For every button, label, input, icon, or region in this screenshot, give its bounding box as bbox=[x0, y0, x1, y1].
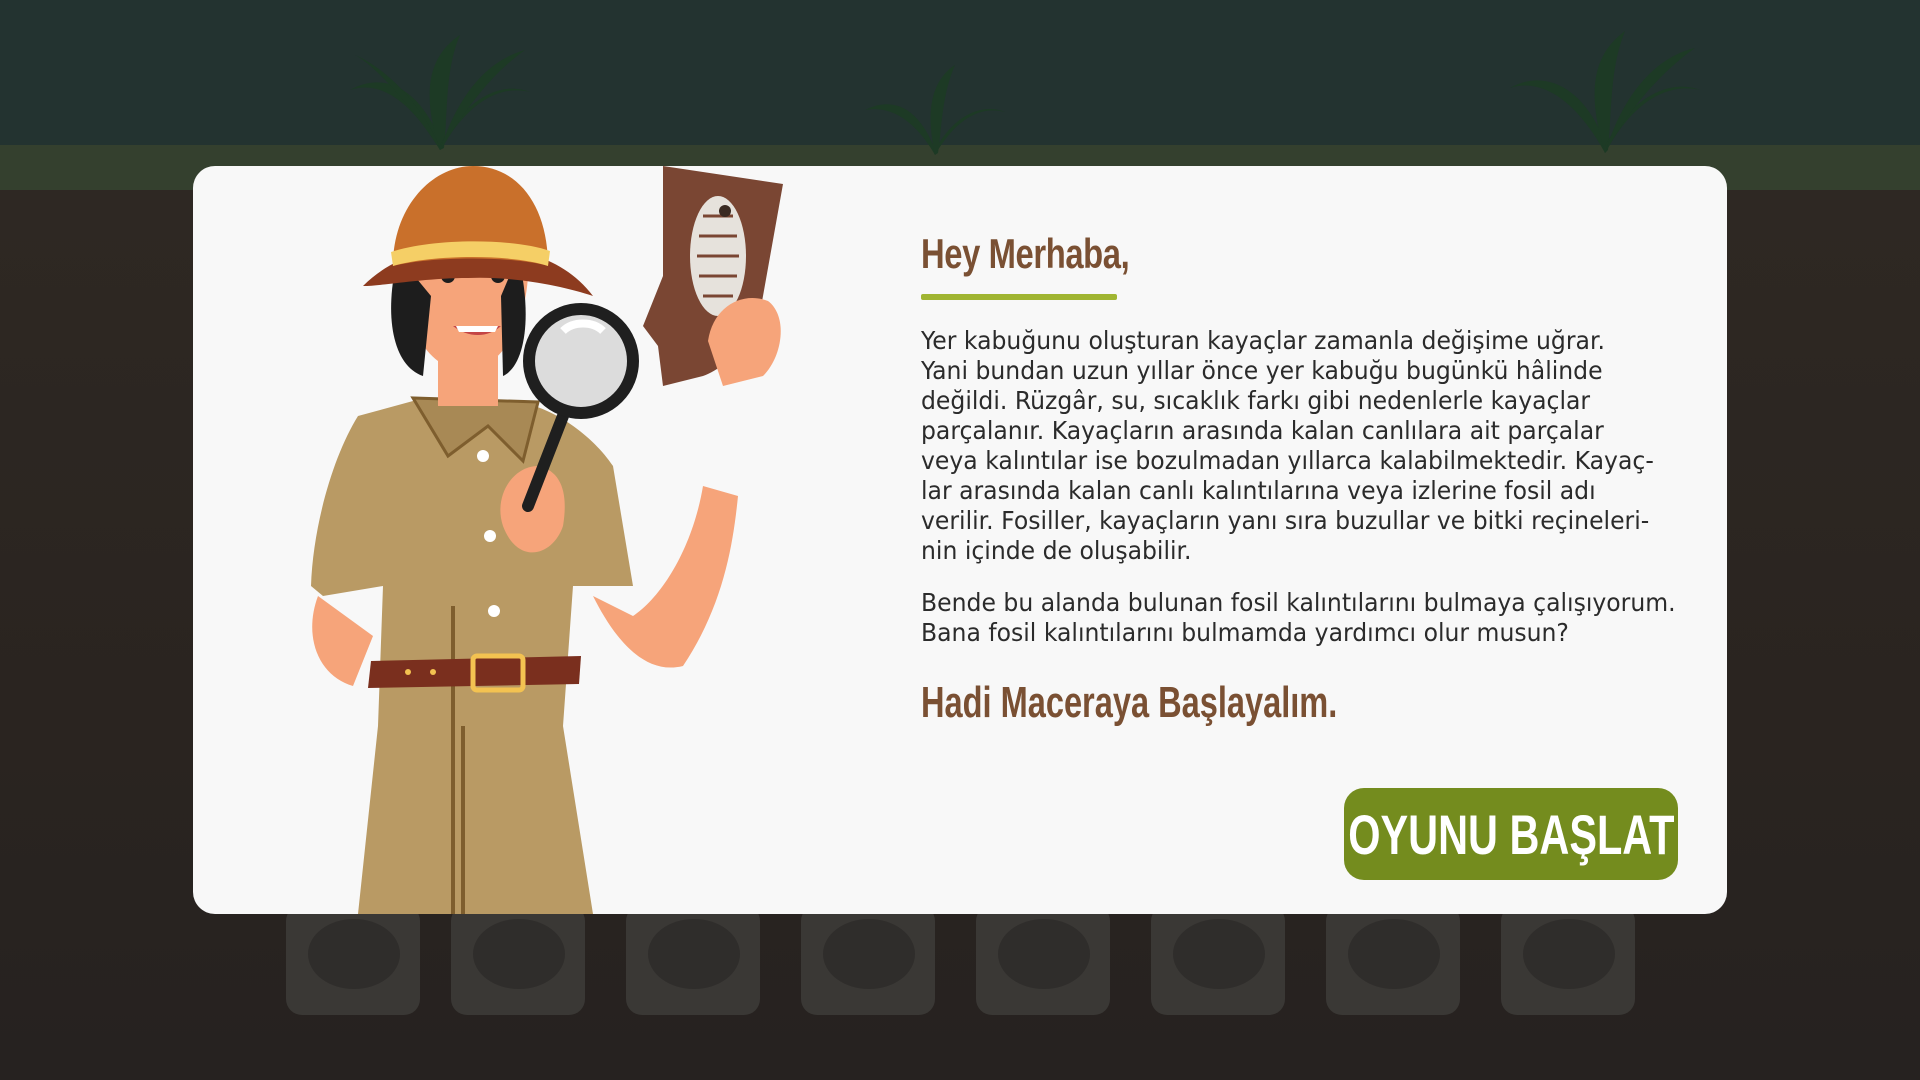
fossil-slot[interactable] bbox=[801, 905, 935, 1015]
trilobite-fossil-icon bbox=[1523, 919, 1615, 989]
adventure-heading: Hadi Maceraya Başlayalım. bbox=[921, 678, 1338, 727]
intro-paragraph: Yer kabuğunu oluşturan kayaçlar zamanla … bbox=[921, 326, 1681, 566]
title-underline bbox=[921, 294, 1117, 300]
fossil-slot[interactable] bbox=[1326, 905, 1460, 1015]
fossil-slot[interactable] bbox=[1501, 905, 1635, 1015]
text-line: parçalanır. Kayaçların arasında kalan ca… bbox=[921, 416, 1604, 445]
fish-fossil-icon bbox=[1173, 919, 1265, 989]
palm-plant-icon bbox=[865, 65, 1005, 155]
text-line: verilir. Fosiller, kayaçların yanı sıra … bbox=[921, 506, 1650, 535]
text-line: lar arasında kalan canlı kalıntılarına v… bbox=[921, 476, 1596, 505]
leaf-fossil-icon bbox=[308, 919, 400, 989]
intro-content: Hey Merhaba, Yer kabuğunu oluşturan kaya… bbox=[921, 230, 1681, 728]
fossil-slot[interactable] bbox=[626, 905, 760, 1015]
request-paragraph: Bende bu alanda bulunan fosil kalıntılar… bbox=[921, 588, 1681, 648]
text-line: Bana fosil kalıntılarını bulmamda yardım… bbox=[921, 618, 1569, 647]
palm-plant-icon bbox=[1510, 31, 1700, 153]
fossil-slot[interactable] bbox=[976, 905, 1110, 1015]
skull-fossil-icon bbox=[823, 919, 915, 989]
palm-plant-icon bbox=[350, 35, 530, 150]
text-line: Yer kabuğunu oluşturan kayaçlar zamanla … bbox=[921, 326, 1605, 355]
bone-fossil-icon bbox=[998, 919, 1090, 989]
text-line: değildi. Rüzgâr, su, sıcaklık farkı gibi… bbox=[921, 386, 1591, 415]
text-line: veya kalıntılar ise bozulmadan yıllarca … bbox=[921, 446, 1654, 475]
intro-dialog: Hey Merhaba, Yer kabuğunu oluşturan kaya… bbox=[193, 166, 1727, 914]
start-game-button[interactable]: OYUNU BAŞLAT bbox=[1344, 788, 1678, 880]
explorer-illustration bbox=[311, 166, 783, 914]
text-line: Bende bu alanda bulunan fosil kalıntılar… bbox=[921, 588, 1676, 617]
text-line: Yani bundan uzun yıllar önce yer kabuğu … bbox=[921, 356, 1603, 385]
greeting-title: Hey Merhaba, bbox=[921, 230, 1130, 277]
fossil-slot[interactable] bbox=[1151, 905, 1285, 1015]
ammonite-fossil-icon bbox=[473, 919, 565, 989]
start-game-label: OYUNU BAŞLAT bbox=[1347, 802, 1675, 866]
fossil-slot[interactable] bbox=[286, 905, 420, 1015]
shell-fossil-icon bbox=[648, 919, 740, 989]
fossil-slot[interactable] bbox=[451, 905, 585, 1015]
dragonfly-fossil-icon bbox=[1348, 919, 1440, 989]
text-line: nin içinde de oluşabilir. bbox=[921, 536, 1192, 565]
